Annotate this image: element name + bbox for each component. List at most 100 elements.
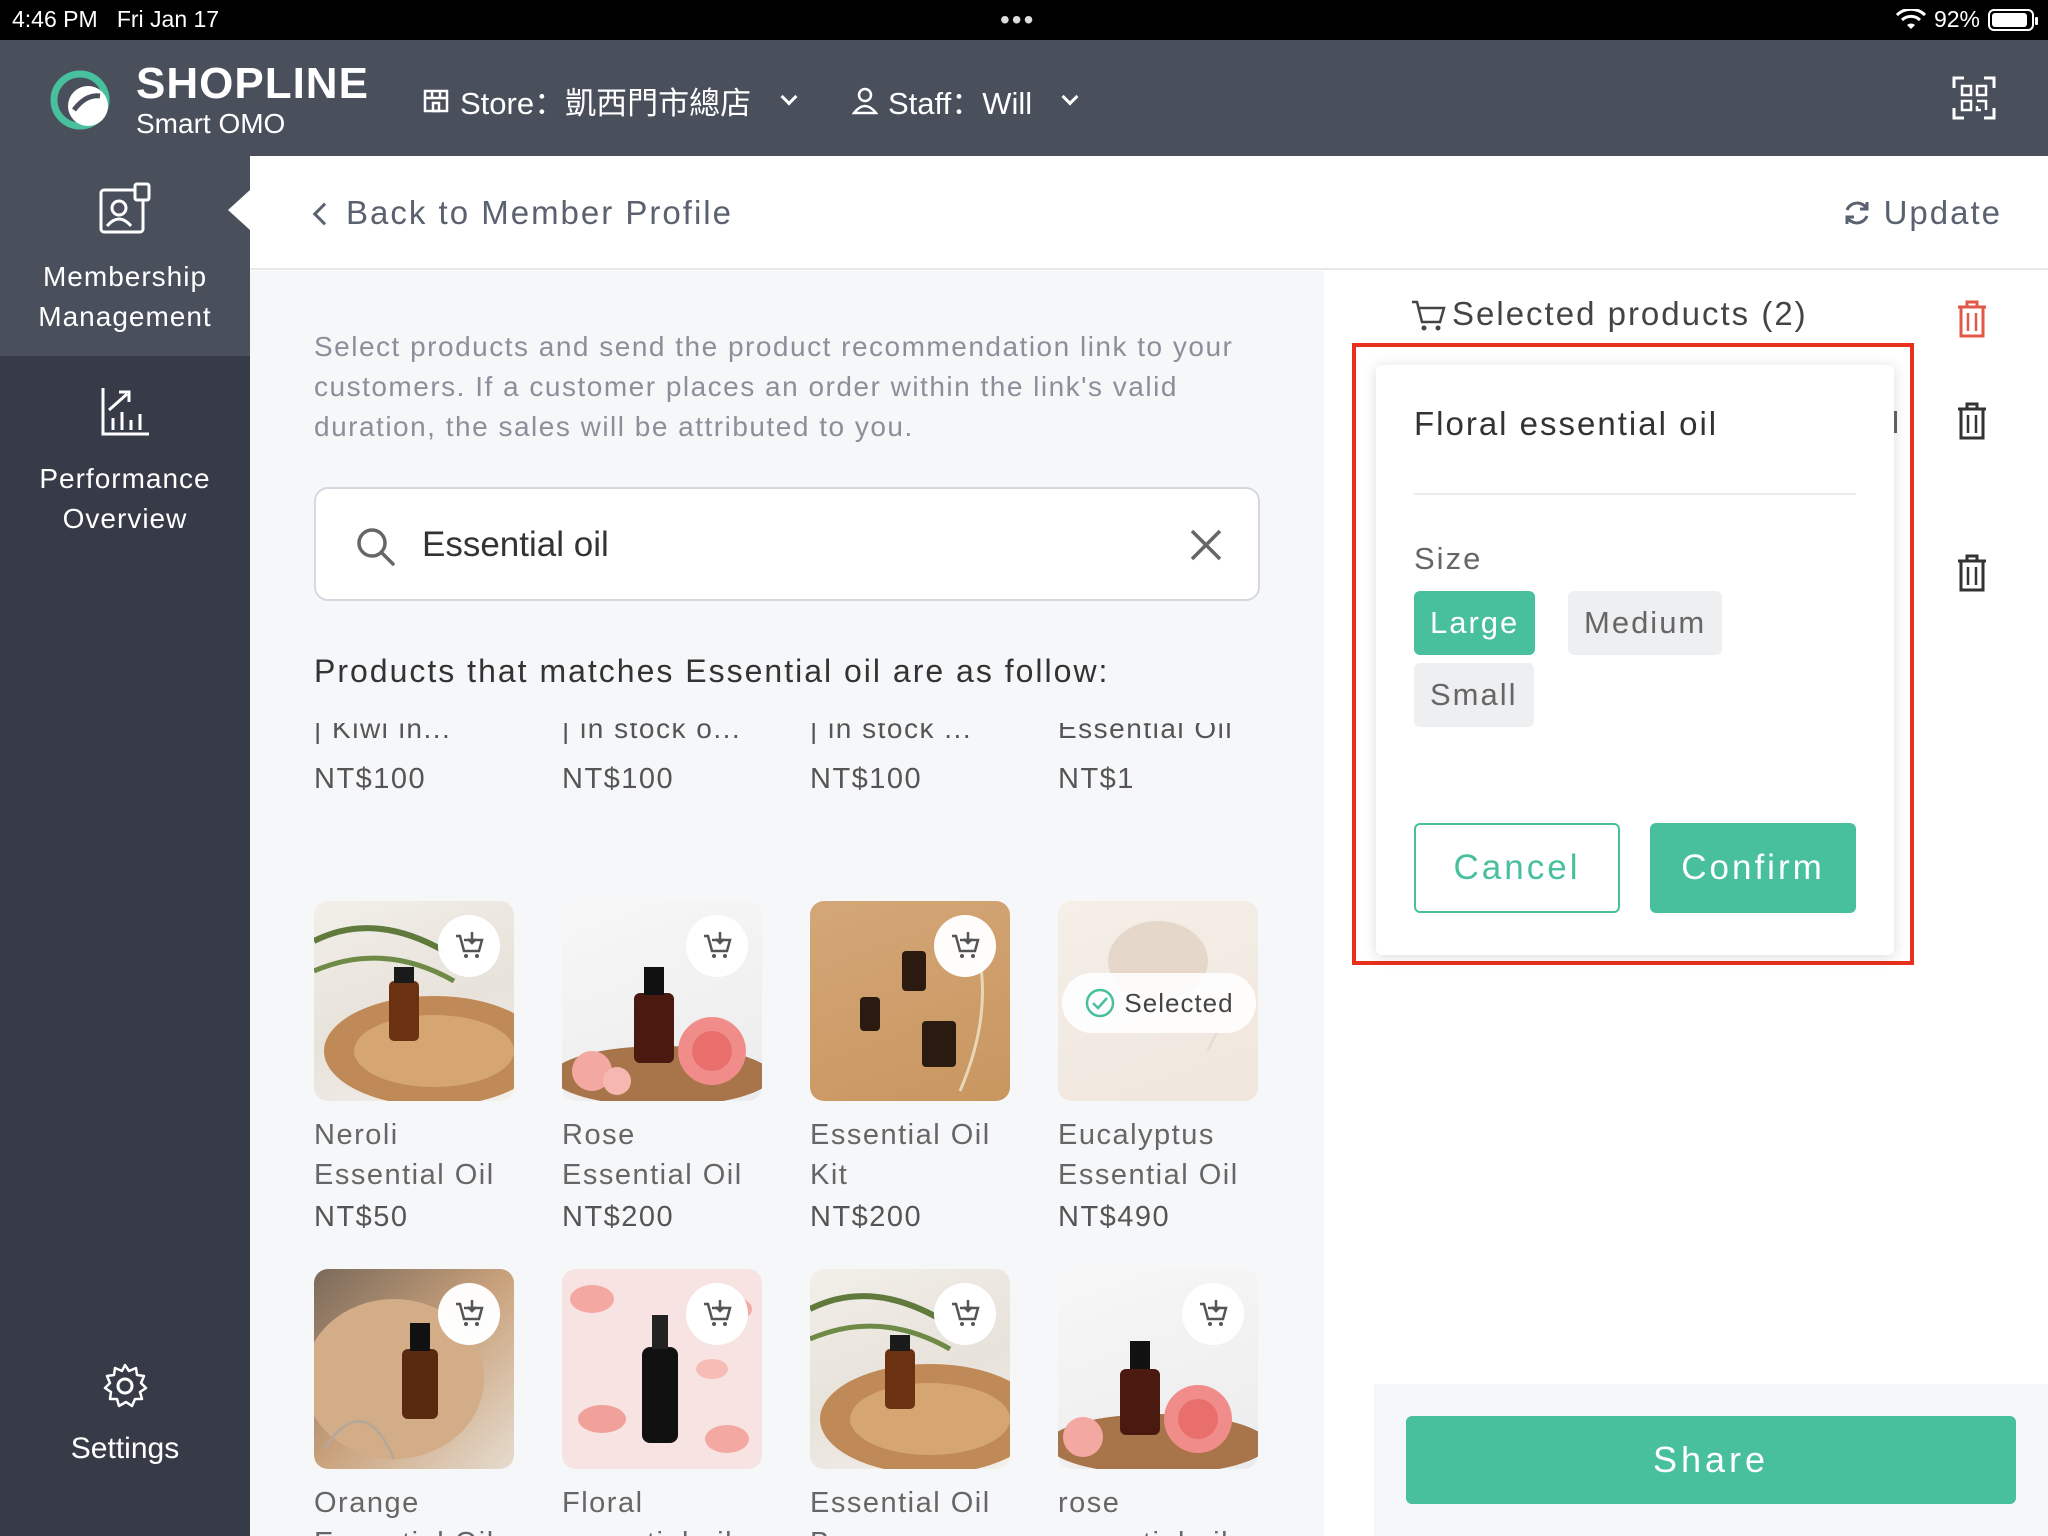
sidebar-item-settings[interactable]: Settings — [0, 1362, 250, 1469]
remove-item-trash-icon[interactable] — [1954, 553, 1990, 593]
search-value: Essential oil — [422, 525, 609, 564]
product-price: NT$100 — [562, 763, 675, 795]
cancel-button[interactable]: Cancel — [1414, 823, 1620, 913]
store-label: Store：凱西門市總店 — [460, 86, 752, 121]
add-to-cart-icon[interactable] — [438, 1283, 500, 1345]
product-card-neroli[interactable]: Neroli Essential Oil NT$50 — [314, 901, 514, 1234]
product-card-oil-base[interactable]: Essential OilBase — [810, 1269, 1010, 1536]
product-name: Essential Oil Kit — [810, 1119, 991, 1191]
product-price: NT$100 — [810, 763, 923, 795]
battery-percent: 92% — [1933, 6, 1980, 32]
clear-search-icon[interactable] — [1184, 523, 1228, 567]
product-price: NT$200 — [810, 1201, 923, 1233]
sidebar-item-label: Management — [38, 301, 212, 332]
product-image — [314, 901, 514, 1101]
product-price: NT$200 — [562, 1201, 675, 1233]
product-title: | Kiwi in... — [314, 723, 452, 744]
size-label: Size — [1414, 541, 1483, 576]
product-image — [1058, 1269, 1258, 1469]
selected-badge: Selected — [1062, 973, 1256, 1033]
product-title: | in stock ... — [810, 723, 973, 744]
popup-divider — [1414, 493, 1856, 495]
shopline-logo: SHOPLINE Smart OMO — [48, 62, 369, 138]
product-card-floral[interactable]: Floralessential oil — [562, 1269, 762, 1536]
chart-icon — [101, 388, 149, 436]
product-name: Eucalyptus Essential Oil — [1058, 1119, 1239, 1191]
sidebar-item-membership[interactable]: Membership Management — [0, 156, 250, 356]
product-card-oil-kit[interactable]: Essential Oil Kit NT$200 — [810, 901, 1010, 1234]
product-name: Neroli Essential Oil — [314, 1119, 495, 1191]
size-option-large[interactable]: Large — [1414, 591, 1536, 655]
size-selection-popup: Floral essential oil Size Large Medium S… — [1376, 365, 1894, 955]
size-option-small[interactable]: Small — [1414, 663, 1534, 727]
battery-icon — [1988, 8, 2038, 31]
member-card-icon — [99, 182, 151, 234]
cart-icon — [1412, 300, 1446, 331]
sidebar-item-performance[interactable]: Performance Overview — [0, 384, 250, 539]
product-search-input[interactable]: Essential oil — [314, 487, 1260, 601]
selected-products-header: Selected products (2) — [1410, 295, 1808, 333]
product-card-eucalyptus[interactable]: Selected Eucalyptus Essential Oil NT$490 — [1058, 901, 1258, 1234]
app-header: SHOPLINE Smart OMO Store：凱西門市總店 Staff：Wi… — [0, 40, 2048, 156]
search-icon — [357, 528, 395, 566]
product-grid[interactable]: | Kiwi in... NT$100 | in stock o... NT$1… — [250, 723, 1324, 1536]
add-to-cart-icon[interactable] — [934, 1283, 996, 1345]
gear-icon — [103, 1363, 148, 1408]
product-image — [562, 1269, 762, 1469]
chevron-left-icon — [312, 202, 336, 226]
brand-product: Smart OMO — [136, 108, 286, 139]
add-to-cart-icon[interactable] — [438, 915, 500, 977]
add-to-cart-icon[interactable] — [686, 915, 748, 977]
content-header: Back to Member Profile Update — [250, 156, 2048, 270]
product-image — [562, 901, 762, 1101]
remove-item-trash-icon[interactable] — [1954, 401, 1990, 441]
share-button[interactable]: Share — [1406, 1416, 2016, 1504]
sidebar-item-label: Membership — [42, 261, 208, 292]
logo-mark-icon — [50, 70, 110, 130]
store-selector[interactable]: Store：凱西門市總店 — [422, 78, 798, 123]
popup-product-name: Floral essential oil — [1414, 405, 1719, 442]
product-row-partial: | Kiwi in... NT$100 | in stock o... NT$1… — [314, 723, 1314, 843]
product-name: Rose Essential Oil — [562, 1119, 743, 1191]
refresh-icon — [1845, 201, 1869, 225]
sidebar-item-label: Overview — [62, 503, 188, 534]
product-image: Selected — [1058, 901, 1258, 1101]
sidebar: Membership Management Performance Overvi… — [0, 156, 250, 1536]
brand-name: SHOPLINE — [136, 59, 369, 108]
product-name: Essential OilBase — [810, 1487, 991, 1536]
product-card-rose[interactable]: Rose Essential Oil NT$200 — [562, 901, 762, 1234]
back-to-profile-link[interactable]: Back to Member Profile — [312, 194, 733, 232]
product-image — [810, 901, 1010, 1101]
add-to-cart-icon[interactable] — [934, 915, 996, 977]
confirm-button[interactable]: Confirm — [1650, 823, 1856, 913]
product-price: NT$100 — [314, 763, 427, 795]
product-price: NT$490 — [1058, 1201, 1171, 1233]
product-title: Essential Oil — [1058, 723, 1234, 744]
share-footer: Share — [1374, 1384, 2048, 1536]
status-bar: 4:46 PM Fri Jan 17 ••• 92% — [0, 0, 2048, 40]
update-button[interactable]: Update — [1842, 194, 2002, 232]
qr-scan-icon[interactable] — [1952, 76, 1996, 120]
product-image — [314, 1269, 514, 1469]
clear-all-trash-icon[interactable] — [1954, 299, 1990, 339]
instructions-text: Select products and send the product rec… — [314, 331, 1234, 442]
check-circle-icon — [1086, 988, 1115, 1018]
settings-label: Settings — [70, 1432, 180, 1465]
multitask-dots[interactable]: ••• — [1000, 4, 1035, 36]
product-name: Floralessential oil — [562, 1487, 732, 1536]
staff-selector[interactable]: Staff：Will — [852, 78, 1079, 123]
add-to-cart-icon[interactable] — [1182, 1283, 1244, 1345]
size-option-medium[interactable]: Medium — [1568, 591, 1723, 655]
product-image — [810, 1269, 1010, 1469]
product-card-rose-oil[interactable]: roseessential oil — [1058, 1269, 1258, 1536]
active-indicator — [228, 190, 250, 230]
staff-label: Staff：Will — [888, 86, 1033, 121]
back-label: Back to Member Profile — [346, 194, 733, 231]
add-to-cart-icon[interactable] — [686, 1283, 748, 1345]
update-label: Update — [1883, 194, 2002, 231]
chevron-down-icon — [780, 88, 798, 105]
store-icon — [423, 89, 449, 112]
product-card-orange[interactable]: OrangeEssential Oil — [314, 1269, 514, 1536]
product-title: | in stock o... — [562, 723, 742, 744]
status-right: 92% — [1895, 6, 2038, 33]
